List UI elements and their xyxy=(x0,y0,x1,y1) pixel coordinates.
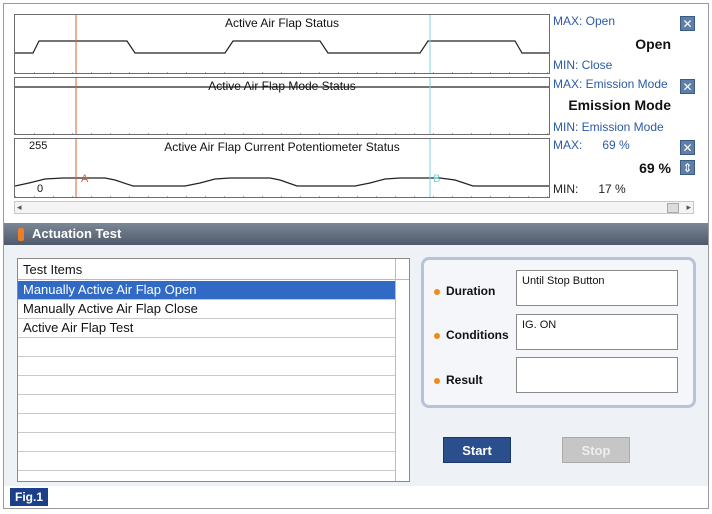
conditions-value: IG. ON xyxy=(516,314,678,350)
duration-label-text: Duration xyxy=(446,284,496,298)
test-parameters-panel: Duration Until Stop Button Conditions IG… xyxy=(421,257,696,408)
actuation-test-header: Actuation Test xyxy=(4,223,708,245)
graph-horizontal-scrollbar[interactable]: ◂ ▸ xyxy=(14,201,694,214)
scroll-left-icon[interactable]: ◂ xyxy=(17,202,22,213)
result-label-text: Result xyxy=(446,373,483,387)
graph-air-flap-mode-status: Active Air Flap Mode Status xyxy=(14,77,550,135)
pin-icon xyxy=(18,228,24,241)
conditions-label-text: Conditions xyxy=(446,328,509,342)
max-label: MAX: 69 % xyxy=(553,138,630,152)
current-value: Open xyxy=(635,36,671,52)
test-item-row[interactable]: Active Air Flap Test xyxy=(18,319,395,338)
test-items-list: Test Items Manually Active Air Flap Open… xyxy=(17,258,410,482)
bullet-icon xyxy=(434,332,440,339)
graph-2-side-panel: MAX: Emission Mode Emission Mode MIN: Em… xyxy=(553,77,703,135)
close-icon[interactable]: ✕ xyxy=(680,140,695,155)
max-label: MAX: Emission Mode xyxy=(553,77,668,91)
actuation-test-title: Actuation Test xyxy=(32,226,122,241)
y-axis-min-label: 0 xyxy=(37,183,44,195)
cursor-b-label: B xyxy=(433,173,441,185)
max-label: MAX: Open xyxy=(553,14,616,28)
test-item-row[interactable] xyxy=(18,357,395,376)
min-value: 17 % xyxy=(598,182,626,196)
duration-value: Until Stop Button xyxy=(516,270,678,306)
test-item-row[interactable] xyxy=(18,376,395,395)
figure-label: Fig.1 xyxy=(10,488,48,506)
current-value: Emission Mode xyxy=(568,97,671,113)
max-value: 69 % xyxy=(602,138,630,152)
start-button[interactable]: Start xyxy=(443,437,511,463)
scroll-right-icon[interactable]: ▸ xyxy=(686,202,691,213)
updown-icon[interactable]: ⇕ xyxy=(680,160,695,175)
test-item-row[interactable] xyxy=(18,414,395,433)
test-item-row[interactable]: Manually Active Air Flap Open xyxy=(18,281,395,300)
graph-air-flap-status: Active Air Flap Status xyxy=(14,14,550,74)
graph-1-side-panel: MAX: Open Open MIN: Close ✕ xyxy=(553,14,703,74)
cursor-a-label: A xyxy=(81,173,89,185)
min-label: MIN: Emission Mode xyxy=(553,120,664,134)
test-item-row[interactable] xyxy=(18,452,395,471)
close-icon[interactable]: ✕ xyxy=(680,16,695,31)
graph-title: Active Air Flap Current Potentiometer St… xyxy=(164,140,400,154)
graph-title: Active Air Flap Mode Status xyxy=(208,79,356,93)
stop-button[interactable]: Stop xyxy=(562,437,630,463)
test-item-row[interactable]: Manually Active Air Flap Close xyxy=(18,300,395,319)
max-label-text: MAX: xyxy=(553,138,583,152)
bullet-icon xyxy=(434,377,440,384)
scrollbar-thumb[interactable] xyxy=(667,203,679,213)
min-label: MIN: 17 % xyxy=(553,182,626,196)
test-items-header: Test Items xyxy=(18,259,409,280)
conditions-label: Conditions xyxy=(434,328,509,342)
graph-title: Active Air Flap Status xyxy=(224,16,340,30)
test-item-row[interactable] xyxy=(18,433,395,452)
list-divider xyxy=(395,259,396,481)
bullet-icon xyxy=(434,288,440,295)
graph-potentiometer-status: Active Air Flap Current Potentiometer St… xyxy=(14,138,550,198)
current-value: 69 % xyxy=(639,160,671,176)
graph-3-side-panel: MAX: 69 % 69 % MIN: 17 % ✕ ⇕ xyxy=(553,138,703,198)
close-icon[interactable]: ✕ xyxy=(680,79,695,94)
min-label-text: MIN: xyxy=(553,182,579,196)
result-label: Result xyxy=(434,373,483,387)
test-item-row[interactable] xyxy=(18,395,395,414)
test-item-row[interactable] xyxy=(18,338,395,357)
min-label: MIN: Close xyxy=(553,58,613,72)
result-value xyxy=(516,357,678,393)
duration-label: Duration xyxy=(434,284,495,298)
y-axis-max-label: 255 xyxy=(29,140,48,152)
